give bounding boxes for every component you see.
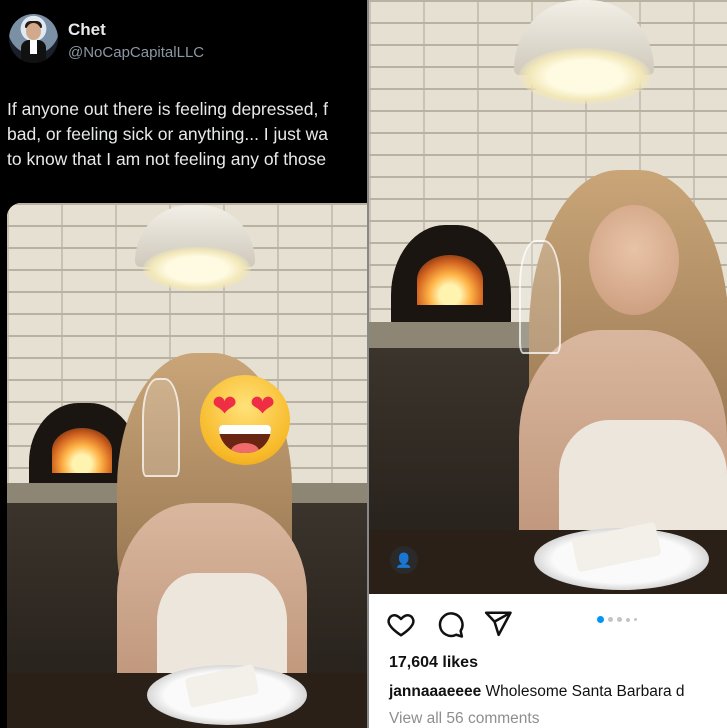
tweet-photo[interactable]: ❤ ❤	[7, 203, 367, 728]
carousel-dot	[608, 617, 613, 622]
heart-icon: ❤	[212, 390, 238, 423]
tweet-line: to know that I am not feeling any of tho…	[7, 149, 327, 169]
display-name[interactable]: Chet	[68, 20, 106, 40]
carousel-dot	[626, 617, 630, 622]
user-tag-icon[interactable]: 👤	[390, 546, 418, 574]
heart-icon: ❤	[250, 390, 276, 423]
carousel-dot	[634, 618, 637, 621]
avatar[interactable]	[9, 14, 58, 63]
heart-eyes-emoji: ❤ ❤	[200, 375, 290, 465]
post-actions: 17,604 likes jannaaaeeee Wholesome Santa…	[369, 594, 727, 728]
send-icon[interactable]	[483, 609, 513, 639]
post-photo[interactable]: 👤	[369, 0, 727, 594]
tweet-line: If anyone out there is feeling depressed…	[7, 99, 329, 119]
like-count[interactable]: 17,604 likes	[389, 654, 478, 672]
post-caption: jannaaaeeee Wholesome Santa Barbara d	[389, 683, 685, 701]
caption-username[interactable]: jannaaaeeee	[389, 683, 481, 700]
carousel-dot	[617, 617, 622, 622]
view-comments-link[interactable]: View all 56 comments	[389, 710, 539, 728]
caption-text: Wholesome Santa Barbara d	[485, 683, 685, 700]
tweet-panel: Chet @NoCapCapitalLLC If anyone out ther…	[0, 0, 367, 728]
comment-icon[interactable]	[435, 609, 465, 639]
instagram-post: 👤 17,604 likes jannaaaeeee Wholesome San…	[369, 0, 727, 728]
tweet-line: bad, or feeling sick or anything... I ju…	[7, 124, 328, 144]
tweet-text: If anyone out there is feeling depressed…	[7, 97, 367, 172]
heart-icon[interactable]	[386, 609, 416, 639]
user-handle[interactable]: @NoCapCapitalLLC	[68, 44, 204, 61]
carousel-indicator[interactable]	[597, 616, 637, 623]
carousel-dot	[597, 616, 604, 623]
